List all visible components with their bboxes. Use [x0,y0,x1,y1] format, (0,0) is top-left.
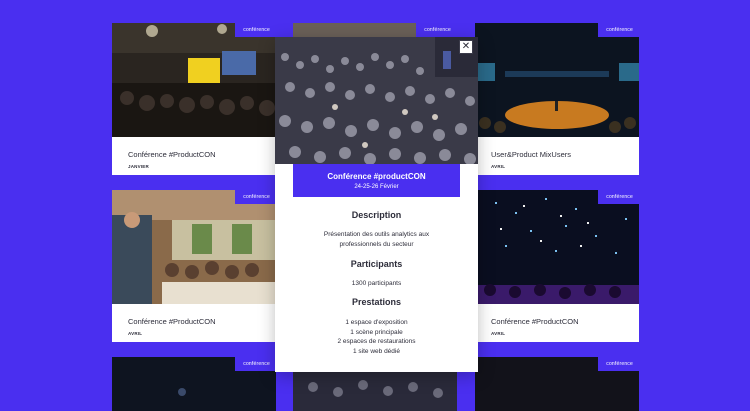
close-icon[interactable]: ✕ [459,40,473,54]
prestation-item: 2 espaces de restaurations [337,338,416,345]
event-month: JANVIER [128,164,149,169]
event-card-productcon-janvier[interactable]: conférence Conférence #ProductCON JANVIE… [112,23,276,175]
category-tag: conférence [598,23,639,37]
event-photo [112,190,276,304]
event-card-productcon-avril-left[interactable]: conférence Conférence #ProductCON AVRIL [112,190,276,342]
event-title: Conférence #ProductCON [128,150,216,159]
event-card-mixusers-avril[interactable]: conférence User&Product MixUsers AVRIL [475,23,639,175]
event-photo [475,23,639,137]
event-title: Conférence #ProductCON [128,317,216,326]
category-tag: conférence [416,23,457,37]
participants-body: 1300 participants [275,279,478,289]
event-photo [112,23,276,137]
prestation-item: 1 scène principale [350,328,403,336]
description-line: professionnels du secteur [339,240,414,248]
event-card-row3-right[interactable]: conférence [475,357,639,411]
category-tag: conférence [598,357,639,371]
participants-section: Participants [275,259,478,269]
modal-event-banner: Conférence #productCON 24-25-26 Février [293,164,460,197]
event-detail-modal: ✕ Conférence #productCON 24-25-26 Févrie… [275,37,478,372]
event-month: AVRIL [491,164,506,169]
category-tag: conférence [235,23,276,37]
description-section: Description [275,210,478,220]
event-card-productcon-avril-right[interactable]: conférence Conférence #ProductCON AVRIL [475,190,639,342]
modal-event-dates: 24-25-26 Février [354,184,399,190]
category-tag: conférence [235,190,276,204]
description-line: Présentation des outils analytics aux [323,231,430,238]
participants-count: 1300 participants [351,280,402,287]
category-tag: conférence [598,190,639,204]
description-heading: Description [351,210,402,220]
modal-event-title: Conférence #productCON [327,172,426,181]
event-title: Conférence #ProductCON [491,317,579,326]
prestations-heading: Prestations [351,297,402,307]
description-body: Présentation des outils analytics aux pr… [275,230,478,249]
prestations-section: Prestations [275,297,478,307]
prestation-item: 1 site web dédié [353,347,400,355]
category-tag: conférence [235,357,276,371]
prestations-list: 1 espace d'exposition 1 scène principale… [275,318,478,356]
event-month: AVRIL [491,331,506,336]
modal-event-photo [275,37,478,164]
event-photo [475,190,639,304]
event-month: AVRIL [128,331,143,336]
event-title: User&Product MixUsers [491,150,572,159]
prestation-item: 1 espace d'exposition [345,319,408,326]
participants-heading: Participants [350,259,403,269]
